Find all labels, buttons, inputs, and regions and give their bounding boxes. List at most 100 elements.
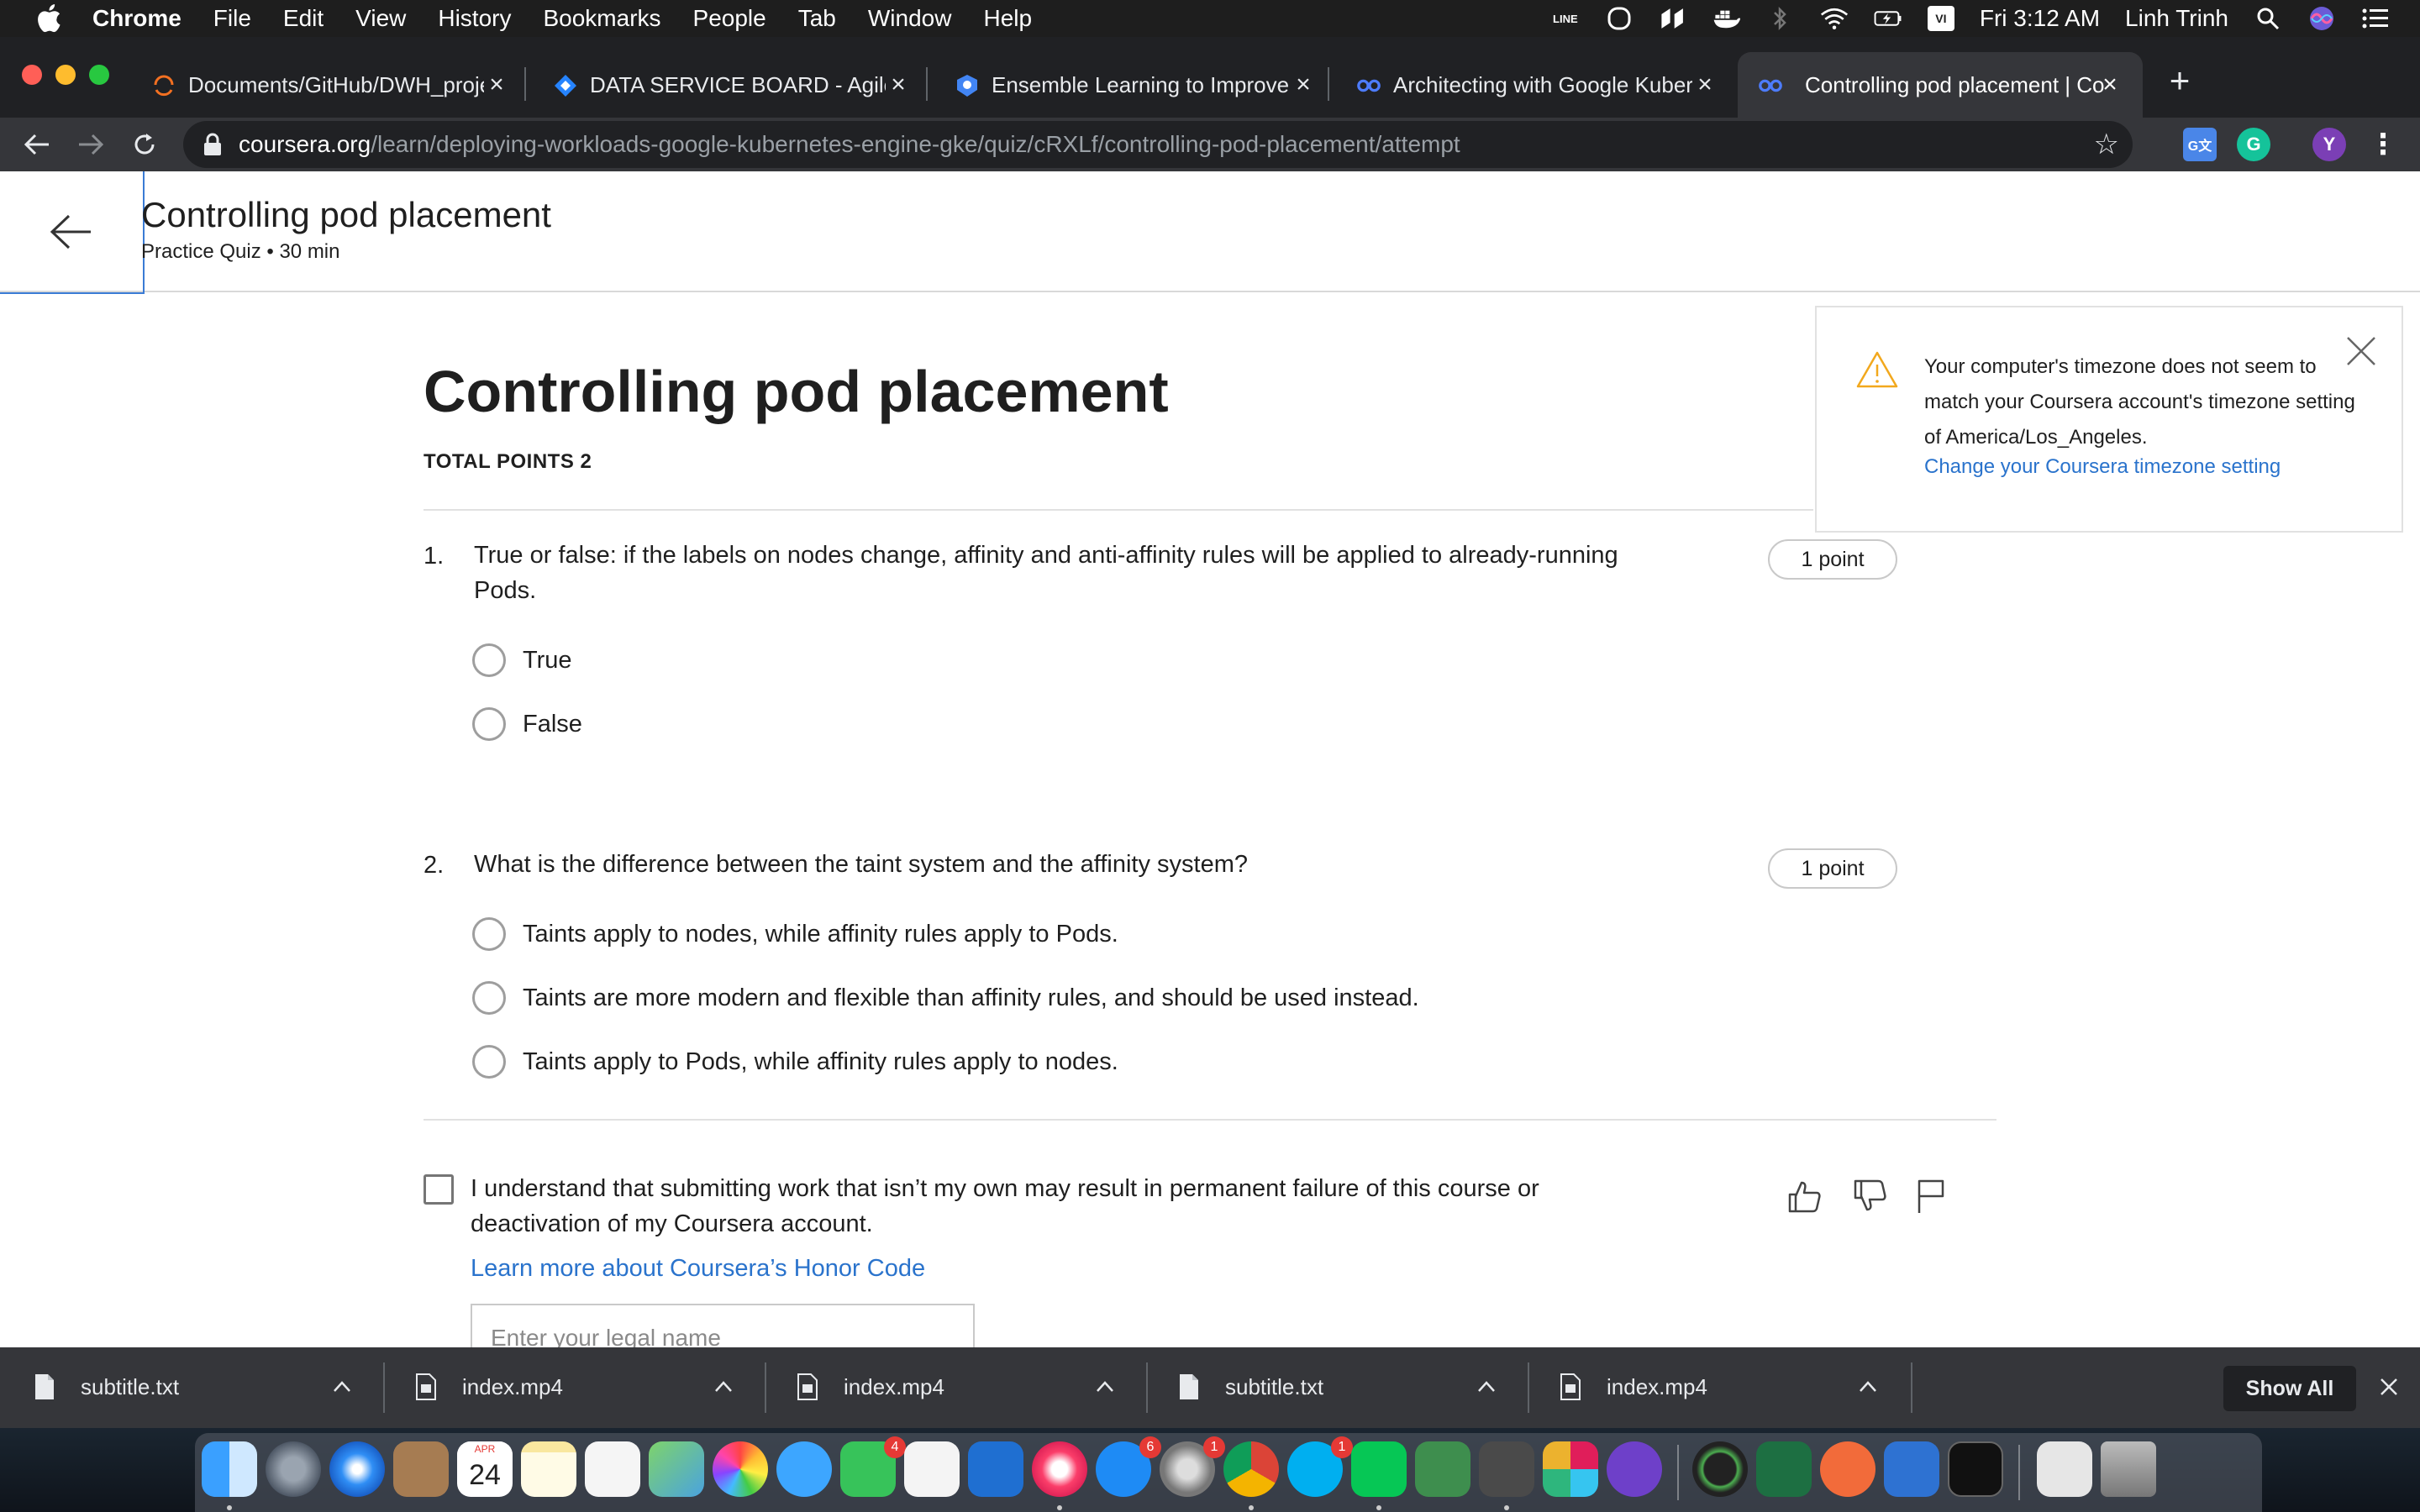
messages-icon[interactable] bbox=[776, 1441, 832, 1497]
chevron-up-icon[interactable] bbox=[1854, 1373, 1882, 1401]
chrome-menu-icon[interactable]: ⋮ bbox=[2366, 128, 2400, 161]
apple-menu-icon[interactable] bbox=[30, 0, 67, 37]
spotlight-search-icon[interactable] bbox=[2254, 6, 2282, 31]
input-source-icon[interactable]: VI bbox=[1927, 6, 1954, 31]
menu-window[interactable]: Window bbox=[868, 5, 952, 32]
legal-name-input[interactable] bbox=[471, 1304, 975, 1347]
menu-history[interactable]: History bbox=[438, 5, 511, 32]
docker-icon[interactable] bbox=[1712, 6, 1741, 31]
reload-icon[interactable] bbox=[126, 126, 163, 163]
tab-close-icon[interactable]: × bbox=[884, 71, 913, 99]
honor-code-checkbox[interactable] bbox=[424, 1174, 454, 1205]
tab-ensemble-learning[interactable]: Ensemble Learning to Improve × bbox=[955, 52, 1311, 118]
download-item[interactable]: index.mp4 bbox=[1526, 1347, 1907, 1428]
trash-icon[interactable] bbox=[2101, 1441, 2156, 1497]
chevron-up-icon[interactable] bbox=[1472, 1373, 1501, 1401]
thumbs-down-icon[interactable] bbox=[1850, 1176, 1891, 1216]
radio-button[interactable] bbox=[472, 1045, 506, 1079]
postman-icon[interactable] bbox=[1820, 1441, 1876, 1497]
honor-code-link[interactable]: Learn more about Coursera’s Honor Code bbox=[471, 1255, 925, 1283]
menu-tab[interactable]: Tab bbox=[798, 5, 836, 32]
thumbs-up-icon[interactable] bbox=[1785, 1176, 1825, 1216]
github-desktop-icon[interactable] bbox=[1607, 1441, 1662, 1497]
option-taints-pods[interactable]: Taints apply to Pods, while affinity rul… bbox=[472, 1043, 1118, 1080]
tab-close-icon[interactable]: × bbox=[482, 71, 511, 99]
menubar-user[interactable]: Linh Trinh bbox=[2125, 5, 2228, 32]
window-close-button[interactable] bbox=[22, 65, 42, 85]
rounded-square-status-icon[interactable] bbox=[1605, 6, 1634, 31]
slack-icon[interactable] bbox=[1543, 1441, 1598, 1497]
menu-chrome[interactable]: Chrome bbox=[92, 5, 182, 32]
new-tab-button[interactable]: + bbox=[2161, 63, 2198, 101]
chevron-up-icon[interactable] bbox=[328, 1373, 356, 1401]
bluetooth-icon[interactable] bbox=[1766, 6, 1795, 31]
window-minimize-button[interactable] bbox=[55, 65, 76, 85]
photos-icon[interactable] bbox=[713, 1441, 768, 1497]
tab-architecting-gke[interactable]: Architecting with Google Kuber × bbox=[1356, 52, 1712, 118]
lock-icon[interactable] bbox=[202, 133, 224, 156]
change-timezone-link[interactable]: Change your Coursera timezone setting bbox=[1924, 455, 2281, 479]
chrome-icon[interactable] bbox=[1223, 1441, 1279, 1497]
line-status-icon[interactable]: LINE bbox=[1551, 6, 1580, 31]
option-false[interactable]: False bbox=[472, 706, 582, 743]
notes-icon[interactable] bbox=[521, 1441, 576, 1497]
radio-button[interactable] bbox=[472, 917, 506, 951]
launchpad-icon[interactable] bbox=[266, 1441, 321, 1497]
radio-button[interactable] bbox=[472, 643, 506, 677]
keynote-icon[interactable] bbox=[968, 1441, 1023, 1497]
menu-bookmarks[interactable]: Bookmarks bbox=[543, 5, 660, 32]
mirror-status-icon[interactable] bbox=[1659, 6, 1687, 31]
radio-button[interactable] bbox=[472, 707, 506, 741]
back-navigation-icon[interactable] bbox=[18, 126, 55, 163]
tab-controlling-pod-placement[interactable]: Controlling pod placement | Co × bbox=[1738, 52, 2143, 118]
option-taints-nodes[interactable]: Taints apply to nodes, while affinity ru… bbox=[472, 916, 1118, 953]
activity-ring-icon[interactable] bbox=[1692, 1441, 1748, 1497]
safari-icon[interactable] bbox=[329, 1441, 385, 1497]
back-button[interactable] bbox=[0, 171, 145, 294]
download-item[interactable]: index.mp4 bbox=[381, 1347, 763, 1428]
battery-charging-icon[interactable] bbox=[1874, 6, 1902, 31]
itunes-icon[interactable] bbox=[1032, 1441, 1087, 1497]
grammarly-icon[interactable]: G bbox=[2237, 128, 2270, 161]
menu-help[interactable]: Help bbox=[983, 5, 1032, 32]
tab-close-icon[interactable]: × bbox=[1289, 71, 1318, 99]
download-item[interactable]: subtitle.txt bbox=[0, 1347, 381, 1428]
address-url[interactable]: coursera.org/learn/deploying-workloads-g… bbox=[239, 131, 1460, 158]
finder-icon[interactable] bbox=[202, 1441, 257, 1497]
downloads-stack-icon[interactable] bbox=[2037, 1441, 2092, 1497]
menubar-clock[interactable]: Fri 3:12 AM bbox=[1980, 5, 2100, 32]
option-true[interactable]: True bbox=[472, 642, 572, 679]
option-taints-modern[interactable]: Taints are more modern and flexible than… bbox=[472, 979, 1419, 1016]
show-all-downloads-button[interactable]: Show All bbox=[2223, 1366, 2356, 1411]
radio-button[interactable] bbox=[472, 981, 506, 1015]
download-item[interactable]: index.mp4 bbox=[763, 1347, 1144, 1428]
excel-icon[interactable] bbox=[1756, 1441, 1812, 1497]
sublime-text-icon[interactable] bbox=[1479, 1441, 1534, 1497]
tab-close-icon[interactable]: × bbox=[1691, 71, 1719, 99]
turtle-app-icon[interactable] bbox=[1415, 1441, 1470, 1497]
window-zoom-button[interactable] bbox=[89, 65, 109, 85]
calendar-icon[interactable]: APR 24 bbox=[457, 1441, 513, 1497]
close-icon[interactable] bbox=[2375, 1373, 2403, 1401]
notification-center-icon[interactable] bbox=[2361, 6, 2390, 31]
menu-view[interactable]: View bbox=[355, 5, 406, 32]
close-icon[interactable] bbox=[2341, 331, 2381, 371]
forward-navigation-icon[interactable] bbox=[72, 126, 109, 163]
flag-icon[interactable] bbox=[1911, 1176, 1951, 1216]
siri-icon[interactable] bbox=[2307, 6, 2336, 31]
line-app-icon[interactable] bbox=[1351, 1441, 1407, 1497]
tab-data-service-board[interactable]: DATA SERVICE BOARD - Agile × bbox=[553, 52, 906, 118]
mirror-app-icon[interactable] bbox=[1884, 1441, 1939, 1497]
maps-icon[interactable] bbox=[649, 1441, 704, 1497]
address-bar[interactable]: coursera.org/learn/deploying-workloads-g… bbox=[183, 121, 2133, 168]
terminal-icon[interactable] bbox=[1948, 1441, 2003, 1497]
tab-documents-github[interactable]: Documents/GitHub/DWH_proje × bbox=[151, 52, 504, 118]
contacts-icon[interactable] bbox=[393, 1441, 449, 1497]
menu-edit[interactable]: Edit bbox=[283, 5, 324, 32]
download-item[interactable]: subtitle.txt bbox=[1144, 1347, 1526, 1428]
chevron-up-icon[interactable] bbox=[709, 1373, 738, 1401]
menu-file[interactable]: File bbox=[213, 5, 251, 32]
tab-close-icon[interactable]: × bbox=[2096, 71, 2124, 99]
google-translate-icon[interactable]: G文 bbox=[2183, 128, 2217, 161]
menu-people[interactable]: People bbox=[693, 5, 766, 32]
